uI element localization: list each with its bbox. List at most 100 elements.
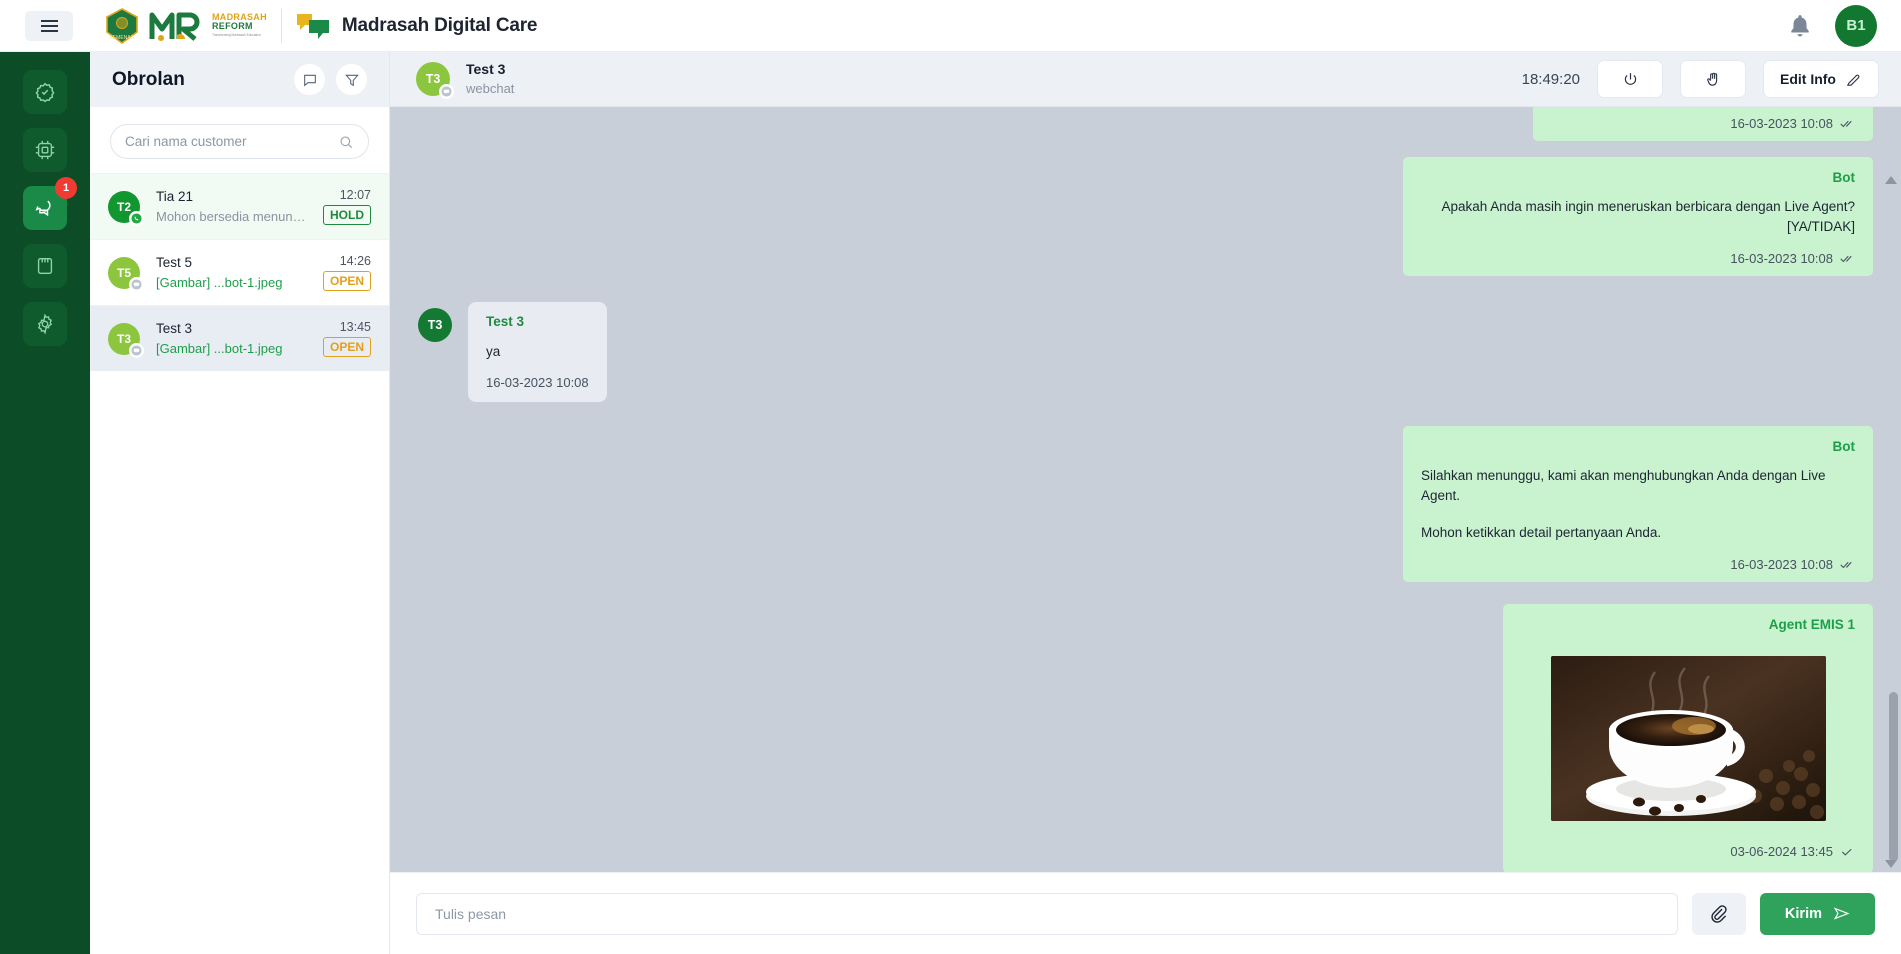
chat-item-preview: Mohon bersedia menunggu,... (156, 208, 306, 224)
rail-item-memory[interactable] (23, 244, 67, 288)
app-title: Madrasah Digital Care (341, 14, 538, 36)
double-check-icon (1840, 120, 1852, 128)
chat-list-item-test-3[interactable]: T3 Test 3 [Gambar] ...bot-1.jpeg 13:45 O… (90, 305, 389, 371)
filter-icon[interactable] (336, 64, 367, 95)
user-avatar[interactable]: B1 (1835, 4, 1877, 47)
avatar: T3 (108, 322, 144, 358)
message-row: 16-03-2023 10:08 (418, 107, 1873, 141)
conversation-header: T3 Test 3 webchat 18:49:20 Edit Info (390, 52, 1901, 107)
comment-icon[interactable] (294, 64, 325, 95)
user-avatar-initials: B1 (1846, 17, 1866, 34)
chat-item-time: 13:45 (339, 319, 371, 334)
chat-bubbles-icon (35, 200, 51, 217)
hold-button[interactable] (1680, 60, 1746, 98)
avatar: T5 (108, 256, 144, 292)
webchat-glyph (131, 344, 142, 356)
edit-pencil-icon (1846, 74, 1860, 86)
rail-item-badge-check[interactable] (23, 70, 67, 114)
app-brand: Madrasah Digital Care (296, 12, 537, 40)
message-time: 03-06-2024 13:45 (1730, 843, 1833, 859)
search-input[interactable] (125, 134, 338, 149)
avatar-initials: T5 (116, 265, 131, 280)
chat-item-time: 12:07 (339, 187, 371, 202)
left-icon-rail: 1 (0, 52, 90, 954)
message-text: Silahkan menunggu, kami akan menghubungk… (1421, 467, 1826, 503)
webchat-icon (439, 84, 454, 99)
logo-line-3: Transforming Madrasah Education (212, 33, 261, 38)
chat-list-header: Obrolan (90, 52, 389, 107)
status-badge: OPEN (322, 336, 371, 358)
message-time-row: 16-03-2023 10:08 (1421, 251, 1855, 266)
edit-info-button[interactable]: Edit Info (1763, 60, 1879, 98)
search-icon (340, 135, 353, 148)
rail-item-chip[interactable] (23, 128, 67, 172)
rail-chat-badge: 1 (55, 177, 77, 199)
header-divider (280, 8, 282, 43)
message-bubble-outgoing-image: Agent EMIS 1 03-06-2024 13:45 (1503, 603, 1873, 872)
message-time: 16-03-2023 10:08 (1730, 556, 1833, 572)
message-input-wrap[interactable] (416, 892, 1678, 935)
message-composer: Kirim (390, 872, 1901, 954)
webchat-icon (129, 342, 144, 358)
chat-search-box[interactable] (110, 124, 369, 159)
webchat-glyph (441, 86, 452, 97)
chat-list-item-tia-21[interactable]: T2 Tia 21 Mohon bersedia menunggu,... 12… (90, 173, 389, 239)
top-bar: KEMENAG MADRASAH REFORM Transforming Mad… (0, 0, 1901, 52)
bell-icon[interactable] (1787, 13, 1813, 39)
attach-button[interactable] (1691, 892, 1746, 935)
logo-line-2: REFORM (212, 21, 253, 32)
chat-bubbles-logo-icon (296, 12, 330, 40)
hamburger-menu-button[interactable] (25, 10, 73, 41)
message-time-row: 16-03-2023 10:08 (1551, 116, 1855, 131)
message-list: 16-03-2023 10:08 Bot Apakah Anda masih i… (390, 107, 1901, 872)
webchat-icon (129, 276, 144, 292)
message-time-row: 16-03-2023 10:08 (486, 375, 589, 390)
message-bubble-outgoing: Bot Apakah Anda masih ingin meneruskan b… (1403, 157, 1873, 276)
chat-item-name: Test 3 (156, 320, 193, 336)
avatar: T3 (416, 62, 454, 99)
chat-list-title: Obrolan (112, 68, 185, 90)
end-session-button[interactable] (1597, 60, 1663, 98)
scroll-up-arrow[interactable] (1885, 176, 1897, 184)
memory-card-icon (37, 257, 53, 275)
comment-bubble-glyph (303, 74, 316, 86)
message-bubble-outgoing: Bot Silahkan menunggu, kami akan menghub… (1403, 425, 1873, 582)
chat-item-time: 14:26 (339, 253, 371, 268)
power-icon (1624, 72, 1636, 85)
message-text: ya (486, 343, 501, 359)
status-badge: HOLD (323, 204, 371, 226)
hamburger-icon (40, 19, 58, 32)
scrollbar-thumb[interactable] (1889, 692, 1898, 862)
rail-item-chat[interactable]: 1 (23, 177, 77, 230)
conversation-panel: T3 Test 3 webchat 18:49:20 Edit Info 16-… (390, 52, 1901, 954)
rail-item-settings[interactable] (23, 302, 67, 346)
badge-check-icon (35, 82, 55, 103)
conversation-channel: webchat (466, 80, 515, 96)
message-time-row: 16-03-2023 10:08 (1421, 557, 1855, 572)
whatsapp-glyph (131, 212, 142, 224)
brand-logos: KEMENAG MADRASAH REFORM Transforming Mad… (105, 7, 267, 44)
conversation-title: Test 3 (466, 61, 506, 78)
message-bubble-outgoing-clipped: 16-03-2023 10:08 (1533, 107, 1873, 141)
chat-list-item-test-5[interactable]: T5 Test 5 [Gambar] ...bot-1.jpeg 14:26 O… (90, 239, 389, 305)
message-input[interactable] (435, 905, 1659, 922)
double-check-icon (1840, 255, 1852, 262)
avatar-initials: T2 (116, 199, 131, 214)
madrasah-reform-logo: MADRASAH REFORM Transforming Madrasah Ed… (149, 8, 267, 44)
message-row: Bot Apakah Anda masih ingin meneruskan b… (418, 157, 1873, 276)
session-timer: 18:49:20 (1521, 70, 1580, 88)
message-row: Agent EMIS 1 03-06-2024 13:45 (418, 603, 1873, 872)
chat-item-preview: [Gambar] ...bot-1.jpeg (156, 340, 283, 356)
avatar-initials: T3 (427, 317, 443, 332)
topbar-right-actions: B1 (1787, 4, 1877, 47)
edit-info-label: Edit Info (1780, 71, 1836, 87)
kemenag-logo-icon: KEMENAG (105, 7, 139, 44)
message-row: T3 Test 3 ya 16-03-2023 10:08 (418, 301, 1873, 402)
message-time: 16-03-2023 10:08 (1730, 250, 1833, 266)
send-button[interactable]: Kirim (1759, 892, 1875, 935)
avatar-initials: T3 (116, 331, 131, 346)
coffee-cup-photo[interactable] (1550, 655, 1826, 821)
avatar: T3 (418, 307, 452, 342)
scroll-down-arrow[interactable] (1885, 860, 1897, 868)
paperclip-icon (1711, 905, 1728, 923)
